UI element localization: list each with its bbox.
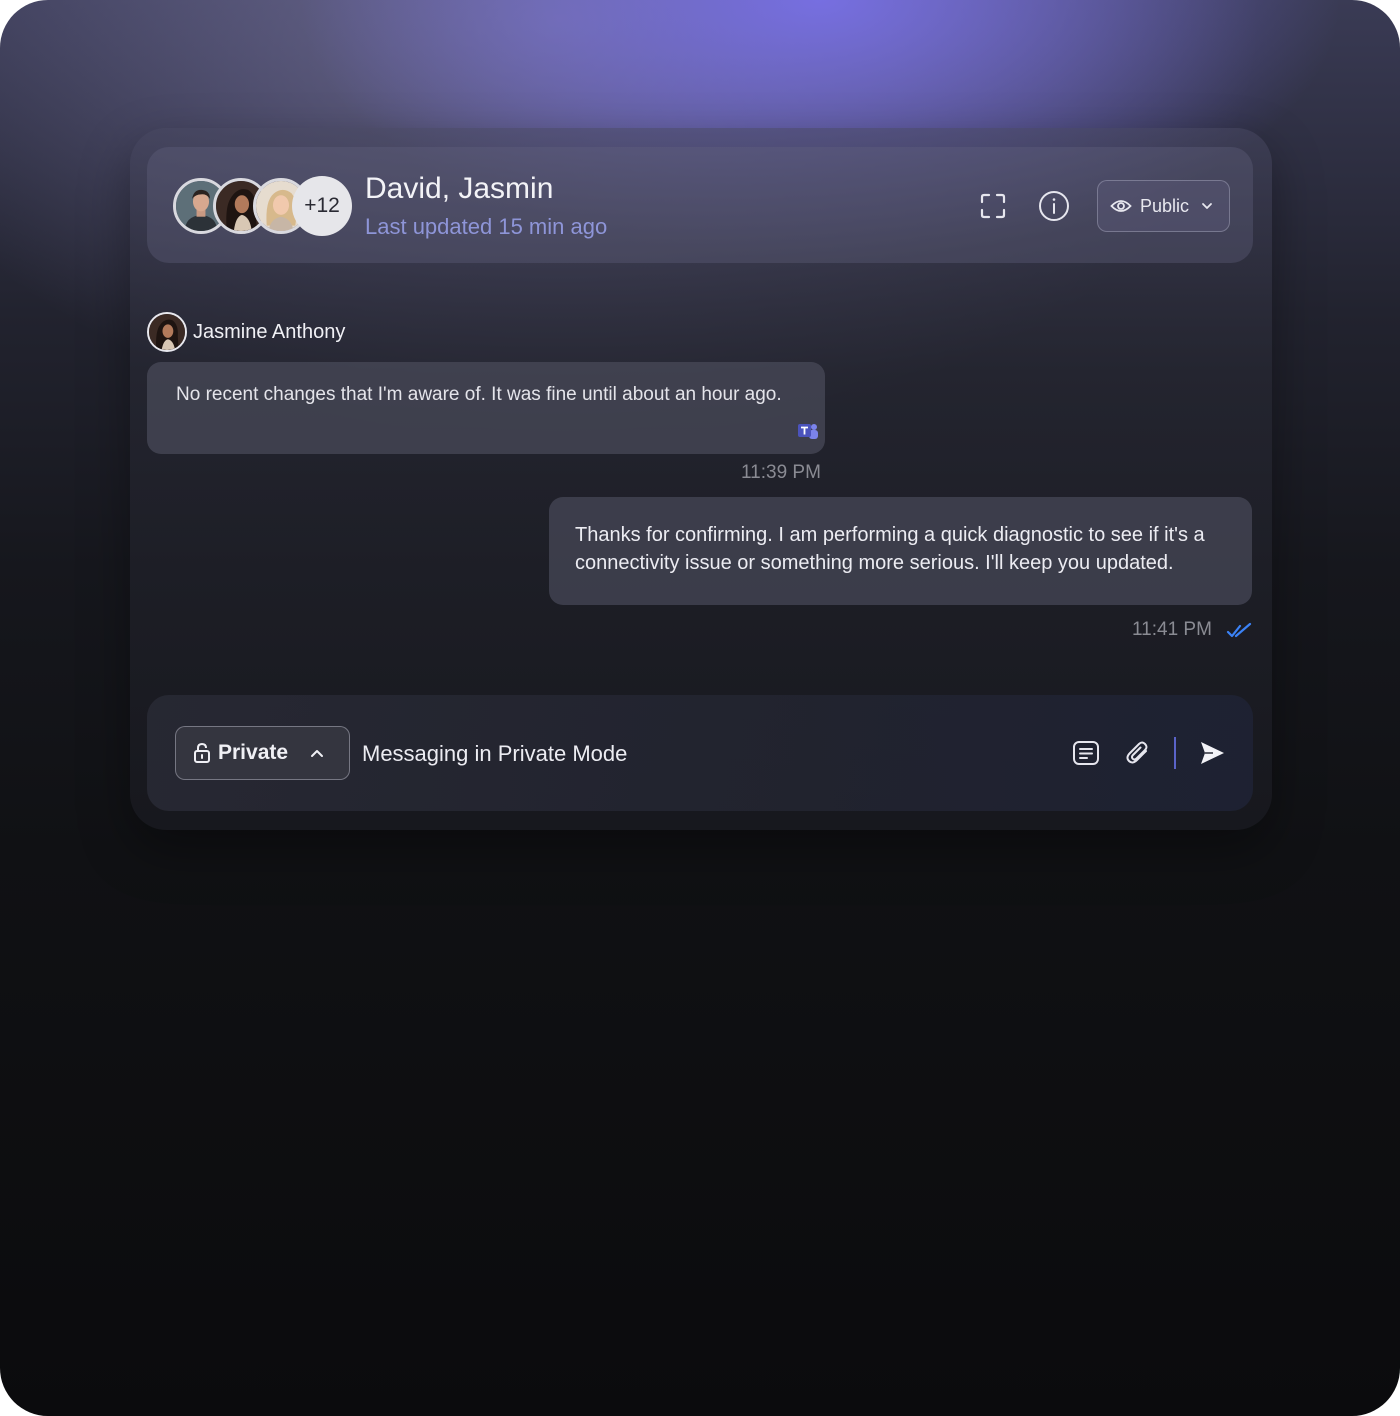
- privacy-mode-dropdown[interactable]: Private: [175, 726, 350, 780]
- visibility-dropdown[interactable]: Public: [1097, 180, 1230, 232]
- teams-icon: [798, 424, 818, 439]
- lock-icon: [194, 742, 210, 763]
- send-icon: [1201, 742, 1224, 764]
- send-button[interactable]: [1192, 733, 1232, 773]
- more-participants-badge[interactable]: +12: [292, 176, 352, 236]
- info-icon: [1039, 191, 1069, 221]
- attach-button[interactable]: [1118, 733, 1158, 773]
- paperclip-icon: [1126, 741, 1148, 764]
- notes-button[interactable]: [1066, 733, 1106, 773]
- outgoing-message-text: Thanks for confirming. I am performing a…: [575, 524, 1205, 574]
- privacy-mode-label: Private: [218, 741, 289, 764]
- incoming-message-time: 11:39 PM: [741, 462, 821, 483]
- outgoing-message-time: 11:41 PM: [1132, 619, 1212, 640]
- incoming-message-text: No recent changes that I'm aware of. It …: [176, 384, 782, 405]
- sender-avatar[interactable]: [147, 312, 187, 352]
- info-button[interactable]: [1034, 186, 1074, 226]
- last-updated-text: Last updated 15 min ago: [365, 214, 608, 239]
- outgoing-message-bubble[interactable]: Thanks for confirming. I am performing a…: [549, 497, 1252, 605]
- chat-title: David, Jasmin: [365, 172, 554, 205]
- message-sender: Jasmine Anthony: [147, 312, 345, 352]
- visibility-label: Public: [1140, 195, 1190, 216]
- app-window: +12 David, Jasmin Last updated 15 min ag…: [0, 0, 1400, 1416]
- notes-icon: [1073, 741, 1099, 765]
- fullscreen-icon: [980, 193, 1006, 219]
- fullscreen-button[interactable]: [973, 186, 1013, 226]
- chevron-up-icon: [311, 749, 324, 757]
- double-check-icon: [1226, 622, 1252, 638]
- message-input[interactable]: [362, 734, 1042, 774]
- more-participants-count: +12: [304, 194, 340, 217]
- chevron-down-icon: [1202, 203, 1212, 209]
- sender-name: Jasmine Anthony: [193, 320, 346, 343]
- incoming-message-bubble[interactable]: No recent changes that I'm aware of. It …: [147, 362, 825, 454]
- eye-icon: [1110, 200, 1132, 212]
- composer-divider: [1174, 737, 1176, 769]
